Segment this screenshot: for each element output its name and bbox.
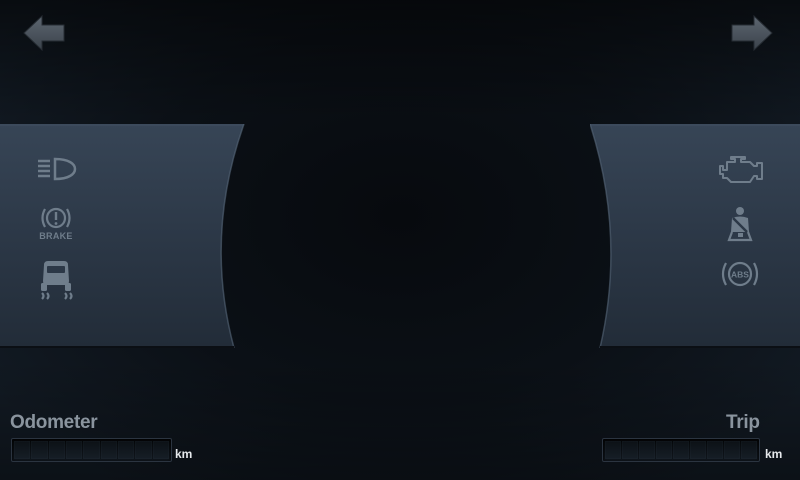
high-beam-headlight-icon: [34, 154, 80, 184]
odometer-digit: [152, 441, 169, 459]
brake-warning-icon: BRAKE: [32, 204, 80, 246]
right-indicator-panel: ABS: [590, 124, 800, 348]
abs-warning-icon: ABS: [716, 256, 764, 292]
check-engine-icon: [716, 152, 766, 188]
odometer-digit: [117, 441, 135, 459]
trip-digit: [741, 441, 757, 459]
traction-control-icon: [34, 258, 78, 302]
trip-digit: [690, 441, 706, 459]
trip-digit: [639, 441, 655, 459]
odometer-digit: [100, 441, 117, 459]
trip-display: [602, 438, 760, 462]
abs-label: ABS: [731, 270, 749, 280]
left-indicator-panel: BRAKE: [0, 124, 250, 348]
odometer-digit: [83, 441, 100, 459]
odometer-digit: [135, 441, 152, 459]
arrow-right-icon[interactable]: [730, 14, 774, 52]
odometer-digit: [48, 441, 65, 459]
odometer-digit: [31, 441, 48, 459]
trip-label: Trip: [726, 412, 760, 433]
trip-digit: [673, 441, 689, 459]
trip-digit: [656, 441, 672, 459]
trip-digit: [605, 441, 621, 459]
odometer-label: Odometer: [10, 412, 98, 433]
odometer-display: [11, 438, 172, 462]
brake-label: BRAKE: [39, 231, 73, 241]
odometer-unit: km: [175, 447, 193, 461]
trip-unit: km: [765, 447, 783, 461]
seatbelt-icon: [720, 204, 760, 244]
trip-digit: [724, 441, 740, 459]
trip-digit: [622, 441, 638, 459]
odometer-digit: [65, 441, 83, 459]
arrow-left-icon[interactable]: [22, 14, 66, 52]
odometer-digit: [14, 441, 31, 459]
dashboard-screen: BRAKE ABS Odometer km Trip km: [0, 0, 800, 480]
trip-digit: [707, 441, 723, 459]
